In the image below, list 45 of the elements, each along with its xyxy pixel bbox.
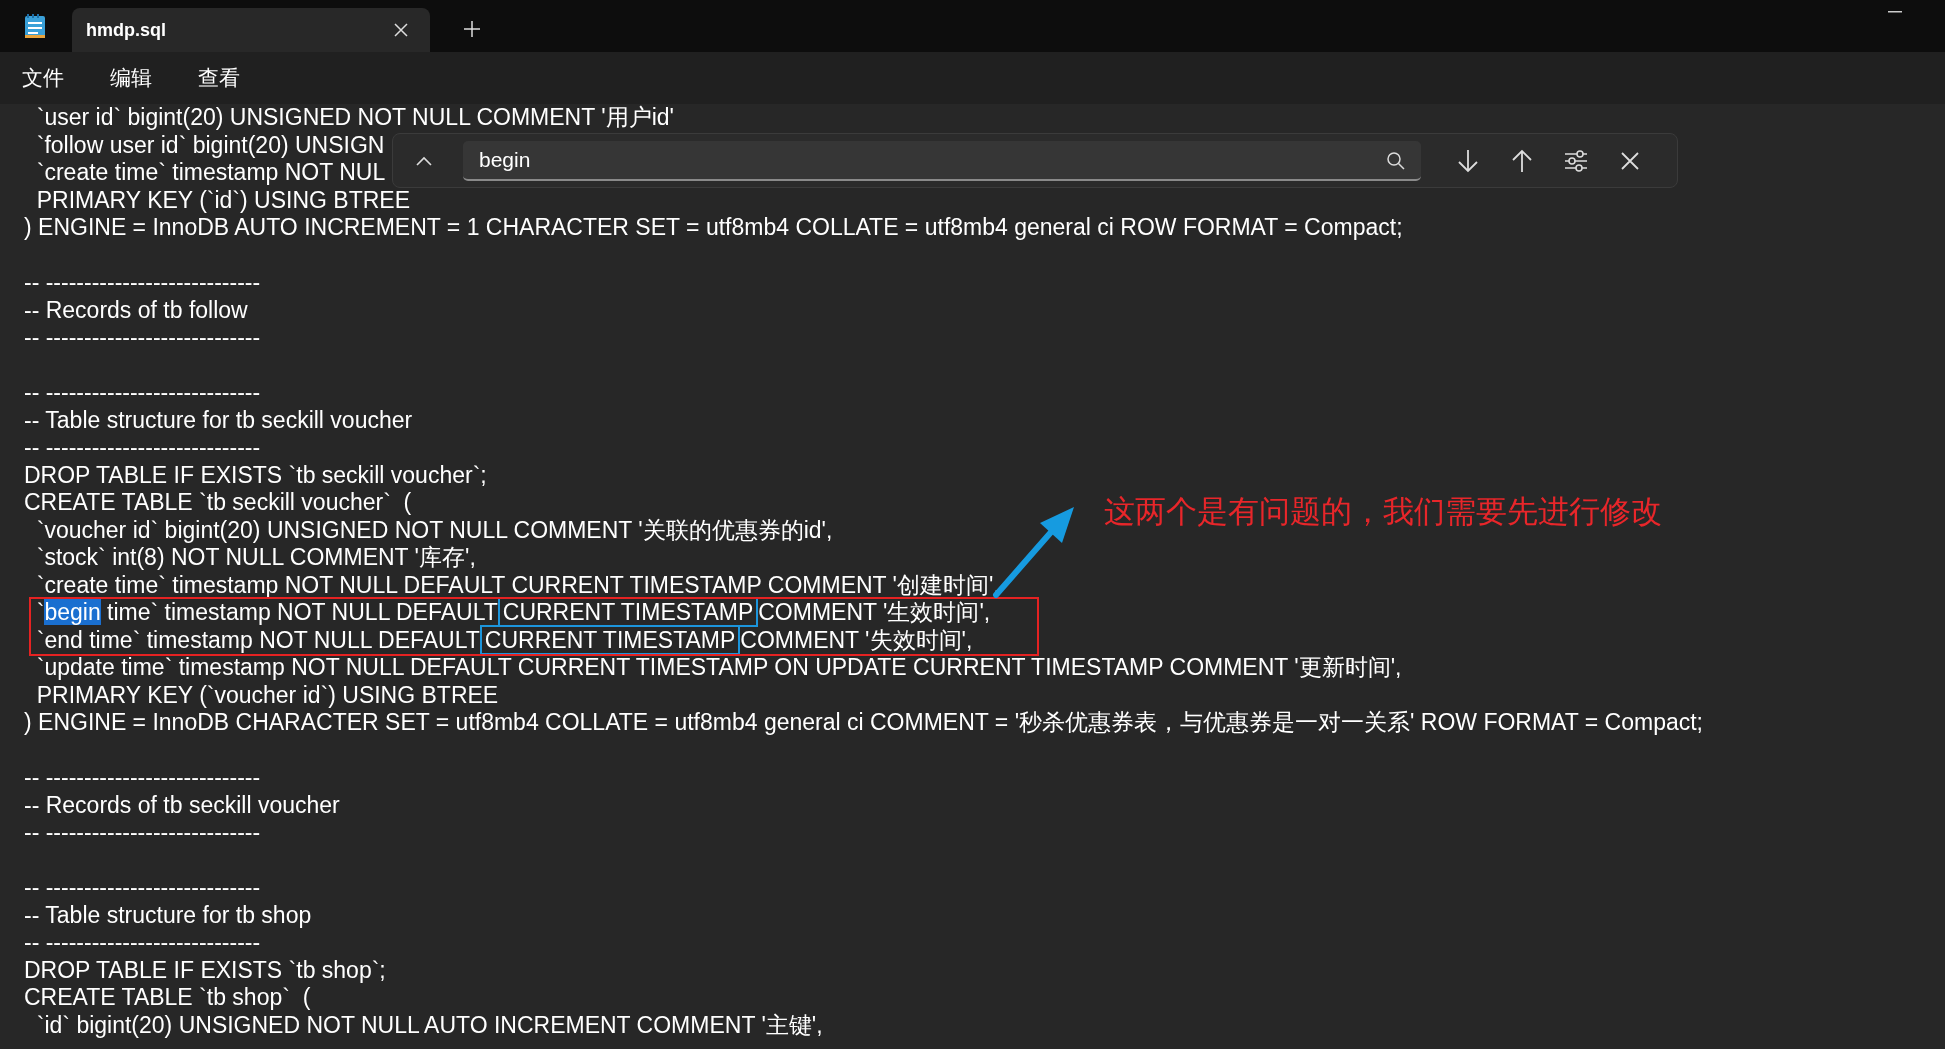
code-line: PRIMARY KEY (`voucher id`) USING BTREE — [35, 681, 499, 709]
code-line: `follow user id` bigint(20) UNSIGN — [35, 131, 385, 159]
code-line: PRIMARY KEY (`id`) USING BTREE — [35, 186, 410, 214]
menu-item[interactable]: 编辑 — [106, 62, 156, 94]
search-field[interactable]: begin — [463, 140, 1421, 181]
notepad-icon — [24, 13, 46, 39]
tab-title: hmdp.sql — [86, 18, 167, 42]
code-text: time` timestamp NOT NULL DEFAULT — [106, 599, 498, 625]
code-line: -- ---------------------------- — [24, 929, 261, 957]
menu-item[interactable]: 文件 — [18, 62, 68, 94]
code-line: -- ---------------------------- — [24, 269, 261, 297]
code-line: `voucher id` bigint(20) UNSIGNED NOT NULL COMMENT '关联的优惠券的id', — [35, 516, 833, 544]
code-text: `end time` timestamp NOT NULL DEFAULT — [35, 626, 480, 653]
code-line: -- ---------------------------- — [24, 764, 261, 792]
code-line: `create time` timestamp NOT NUL — [35, 159, 386, 187]
code-text: COMMENT '失效时间', — [740, 626, 973, 653]
code-text: ` — [35, 599, 45, 625]
code-line: CREATE TABLE `tb seckill voucher` ( — [24, 489, 412, 517]
code-line: -- ---------------------------- — [24, 874, 261, 902]
code-line: `update time` timestamp NOT NULL DEFAULT CURRENT TIMESTAMP ON UPDATE CURRENT TIMESTAMP COMMENT '更新时间', — [35, 654, 1402, 682]
code-line: `id` bigint(20) UNSIGNED NOT NULL AUTO INCREMENT COMMENT '主键', — [35, 1011, 823, 1039]
code-line: `user id` bigint(20) UNSIGNED NOT NULL COMMENT '用户id' — [35, 104, 674, 132]
menu-item[interactable]: 查看 — [194, 62, 244, 94]
code-line: CREATE TABLE `tb shop` ( — [24, 984, 311, 1012]
code-line: -- Records of tb follow — [24, 296, 248, 324]
minimize-icon[interactable] — [1888, 11, 1902, 13]
code-line: -- Table structure for tb seckill voucher — [24, 406, 413, 434]
code-line: -- Table structure for tb shop — [24, 901, 312, 929]
code-line: -- ---------------------------- — [24, 379, 261, 407]
tab[interactable]: hmdp.sql — [72, 8, 430, 52]
code-line: -- ---------------------------- — [24, 324, 261, 352]
code-line: DROP TABLE IF EXISTS `tb seckill voucher`; — [24, 461, 487, 489]
code-line: ) ENGINE = InnoDB AUTO INCREMENT = 1 CHARACTER SET = utf8mb4 COLLATE = utf8mb4 general ci ROW FORMAT = Compact; — [24, 214, 1403, 242]
search-match: begin — [44, 599, 101, 625]
code-line: -- ---------------------------- — [24, 819, 261, 847]
code-line: -- Records of tb seckill voucher — [24, 791, 340, 819]
code-line: ) ENGINE = InnoDB CHARACTER SET = utf8mb4 COLLATE = utf8mb4 general ci COMMENT = '秒杀优惠券表，与优惠券是一对一关系' ROW FORMAT = Compact; — [24, 709, 1703, 737]
code-text: COMMENT '生效时间', — [758, 599, 991, 625]
annotation-text: 这两个是有问题的，我们需要先进行修改 — [1104, 492, 1662, 531]
search-icon[interactable] — [1386, 150, 1405, 170]
boxed-code: CURRENT TIMESTAMP — [497, 597, 759, 627]
code-line: -- ---------------------------- — [24, 434, 261, 462]
boxed-code: CURRENT TIMESTAMP — [479, 624, 741, 655]
code-line: DROP TABLE IF EXISTS `tb shop`; — [24, 956, 386, 984]
code-line: `stock` int(8) NOT NULL COMMENT '库存', — [35, 544, 476, 572]
